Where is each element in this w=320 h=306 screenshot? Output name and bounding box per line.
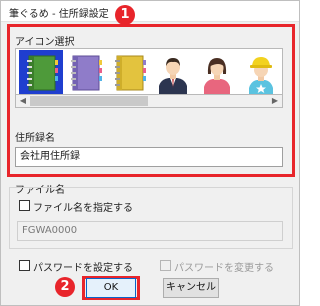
settings-dialog: 筆ぐるめ - 住所録設定 1 アイコン選択 ◀ ▶ 住所録名 会社用住所録 ファ…	[0, 0, 300, 306]
scroll-left-icon[interactable]: ◀	[16, 95, 30, 107]
callout-badge-1: 1	[115, 5, 135, 25]
scrollbar-thumb[interactable]	[30, 96, 148, 106]
icon-option-woman[interactable]	[195, 50, 239, 96]
title-bar: 筆ぐるめ - 住所録設定	[1, 1, 299, 22]
icon-option-yellow-notebook[interactable]	[107, 50, 151, 96]
icon-option-purple-notebook[interactable]	[63, 50, 107, 96]
change-password-checkbox	[160, 260, 171, 271]
ok-button[interactable]: OK	[86, 278, 136, 298]
icon-list-scrollbar[interactable]: ◀ ▶	[15, 94, 283, 108]
scroll-right-icon[interactable]: ▶	[268, 95, 282, 107]
icon-option-child[interactable]	[239, 50, 282, 96]
icon-option-green-notebook[interactable]	[19, 50, 63, 96]
dialog-title: 筆ぐるめ - 住所録設定	[9, 9, 109, 20]
address-book-name-label: 住所録名	[15, 133, 55, 144]
businessman-icon	[159, 58, 187, 94]
specify-file-name-label[interactable]: ファイル名を指定する	[33, 199, 133, 214]
cancel-button[interactable]: キャンセル	[163, 278, 219, 298]
set-password-label[interactable]: パスワードを設定する	[33, 259, 133, 274]
child-icon	[249, 57, 273, 94]
file-name-input[interactable]: FGWA0000	[17, 221, 283, 241]
purple-notebook-icon	[71, 55, 102, 91]
woman-icon	[204, 58, 230, 94]
callout-badge-2: 2	[55, 277, 75, 297]
change-password-label: パスワードを変更する	[174, 263, 274, 274]
specify-file-name-checkbox[interactable]	[19, 200, 30, 211]
yellow-notebook-icon	[115, 55, 146, 91]
icon-select-label: アイコン選択	[15, 37, 75, 48]
green-notebook-icon	[27, 55, 58, 91]
address-book-name-input[interactable]: 会社用住所録	[15, 147, 283, 167]
set-password-checkbox[interactable]	[19, 260, 30, 271]
icon-option-businessman[interactable]	[151, 50, 195, 96]
